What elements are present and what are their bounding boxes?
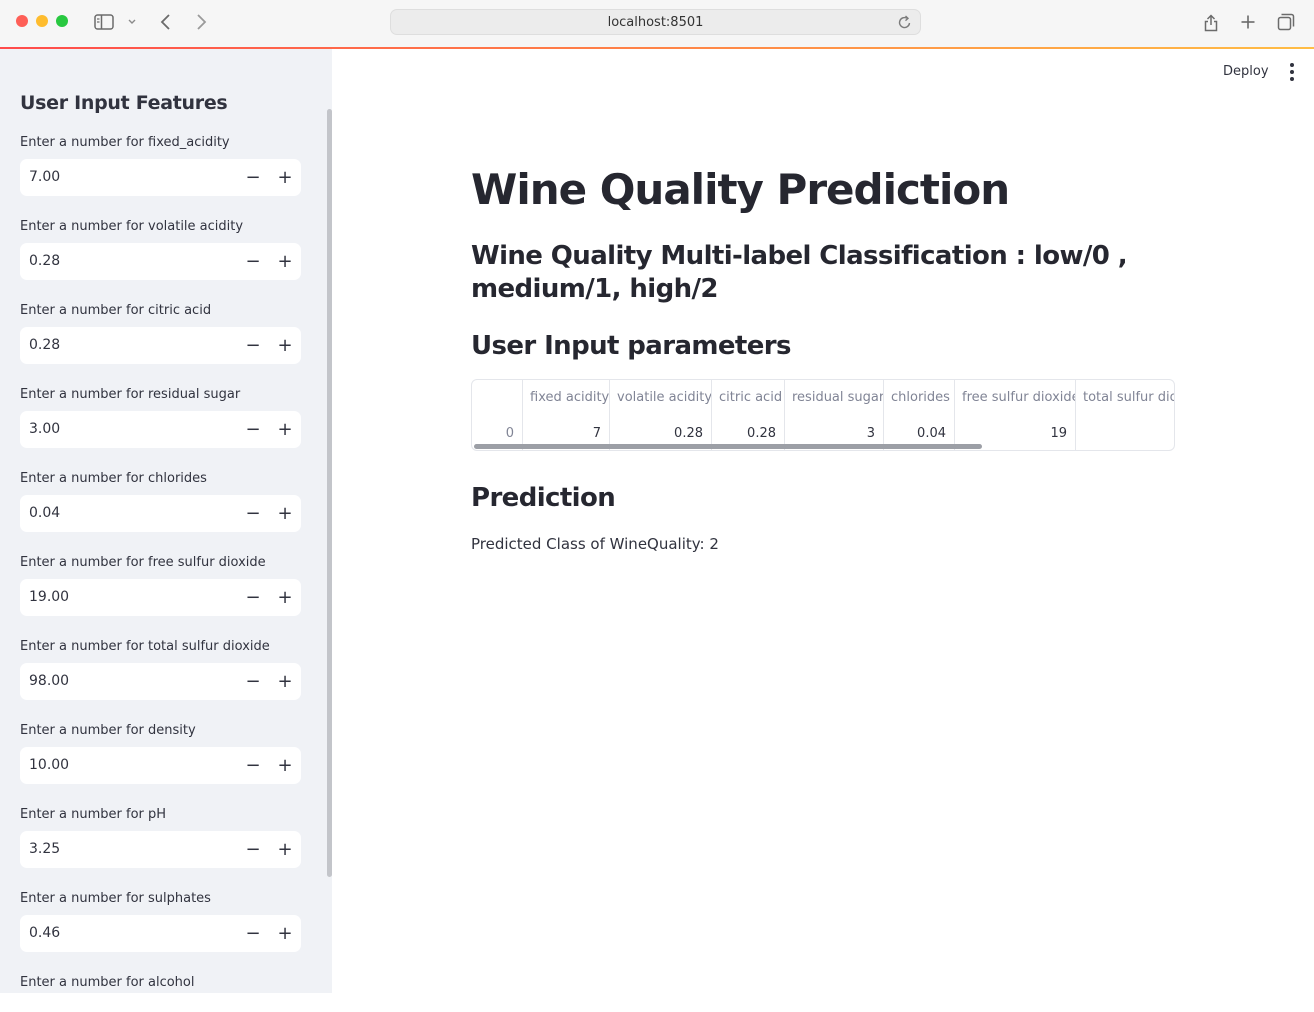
increment-button[interactable]: + [269,495,301,532]
minimize-window-button[interactable] [36,15,48,27]
deploy-button[interactable]: Deploy [1223,64,1269,79]
input-value[interactable]: 7.00 [29,169,60,185]
page-title: Wine Quality Prediction [471,165,1010,214]
field-label: Enter a number for chlorides [20,471,207,486]
decrement-button[interactable]: − [237,831,269,868]
decrement-button[interactable]: − [237,915,269,952]
number-input-field[interactable]: 98.00 − + [20,663,301,700]
decrement-button[interactable]: − [237,327,269,364]
forward-icon[interactable] [191,10,211,34]
table-cell[interactable] [1076,416,1174,450]
number-input-field[interactable]: 3.25 − + [20,831,301,868]
tabs-overview-icon[interactable] [1275,10,1297,34]
input-value[interactable]: 0.46 [29,925,60,941]
sidebar: User Input Features Enter a number for f… [0,49,332,993]
number-input-field[interactable]: 0.28 − + [20,327,301,364]
input-value[interactable]: 98.00 [29,673,69,689]
table-header-cell[interactable]: chlorides [884,380,955,416]
table-header-cell[interactable]: fixed acidity [523,380,610,416]
close-window-button[interactable] [16,15,28,27]
increment-button[interactable]: + [269,831,301,868]
field-label: Enter a number for density [20,723,196,738]
decrement-button[interactable]: − [237,159,269,196]
decrement-button[interactable]: − [237,411,269,448]
decrement-button[interactable]: − [237,495,269,532]
sidebar-toggle-icon[interactable] [92,10,116,34]
decrement-button[interactable]: − [237,663,269,700]
increment-button[interactable]: + [269,663,301,700]
number-input-field[interactable]: 0.28 − + [20,243,301,280]
prediction-heading: Prediction [471,483,616,513]
field-label: Enter a number for alcohol [20,975,195,990]
increment-button[interactable]: + [269,411,301,448]
number-input-field[interactable]: 19.00 − + [20,579,301,616]
new-tab-icon[interactable] [1237,10,1259,34]
reload-icon[interactable] [898,14,912,35]
address-bar[interactable]: localhost:8501 [390,9,921,35]
number-input-field[interactable]: 10.00 − + [20,747,301,784]
increment-button[interactable]: + [269,327,301,364]
decrement-button[interactable]: − [237,243,269,280]
number-input-field[interactable]: 0.04 − + [20,495,301,532]
field-label: Enter a number for pH [20,807,167,822]
input-parameters-table[interactable]: fixed acidity volatile acidity citric ac… [471,379,1175,451]
increment-button[interactable]: + [269,579,301,616]
field-label: Enter a number for volatile acidity [20,219,244,234]
field-label: Enter a number for free sulfur dioxide [20,555,266,570]
input-value[interactable]: 19.00 [29,589,69,605]
page-subtitle: Wine Quality Multi-label Classification … [471,241,1128,304]
table-header-cell[interactable]: free sulfur dioxide [955,380,1076,416]
table-horizontal-scrollbar[interactable] [474,444,982,449]
decrement-button[interactable]: − [237,747,269,784]
field-label: Enter a number for residual sugar [20,387,241,402]
table-header-cell[interactable]: total sulfur diox [1076,380,1174,416]
share-icon[interactable] [1200,10,1222,34]
increment-button[interactable]: + [269,915,301,952]
input-value[interactable]: 0.28 [29,337,60,353]
increment-button[interactable]: + [269,243,301,280]
increment-button[interactable]: + [269,159,301,196]
table-header-cell[interactable]: citric acid [712,380,785,416]
browser-toolbar: localhost:8501 [0,0,1314,48]
field-label: Enter a number for fixed_acidity [20,135,230,150]
sidebar-scrollbar[interactable] [327,109,332,877]
back-icon[interactable] [156,10,176,34]
table-header-cell[interactable] [472,380,523,416]
field-label: Enter a number for sulphates [20,891,211,906]
input-value[interactable]: 10.00 [29,757,69,773]
number-input-field[interactable]: 7.00 − + [20,159,301,196]
input-value[interactable]: 3.00 [29,421,60,437]
increment-button[interactable]: + [269,747,301,784]
field-label: Enter a number for total sulfur dioxide [20,639,270,654]
decrement-button[interactable]: − [237,579,269,616]
sidebar-title: User Input Features [20,92,228,114]
chevron-down-icon[interactable] [124,10,140,34]
params-heading: User Input parameters [471,331,791,361]
url-text: localhost:8501 [607,15,704,30]
more-vertical-icon[interactable] [1284,62,1300,82]
field-label: Enter a number for citric acid [20,303,212,318]
table-header-cell[interactable]: residual sugar [785,380,884,416]
input-value[interactable]: 3.25 [29,841,60,857]
number-input-field[interactable]: 3.00 − + [20,411,301,448]
input-value[interactable]: 0.04 [29,505,60,521]
number-input-field[interactable]: 0.46 − + [20,915,301,952]
prediction-result: Predicted Class of WineQuality: 2 [471,535,719,553]
input-value[interactable]: 0.28 [29,253,60,269]
table-header-cell[interactable]: volatile acidity [610,380,712,416]
maximize-window-button[interactable] [56,15,68,27]
